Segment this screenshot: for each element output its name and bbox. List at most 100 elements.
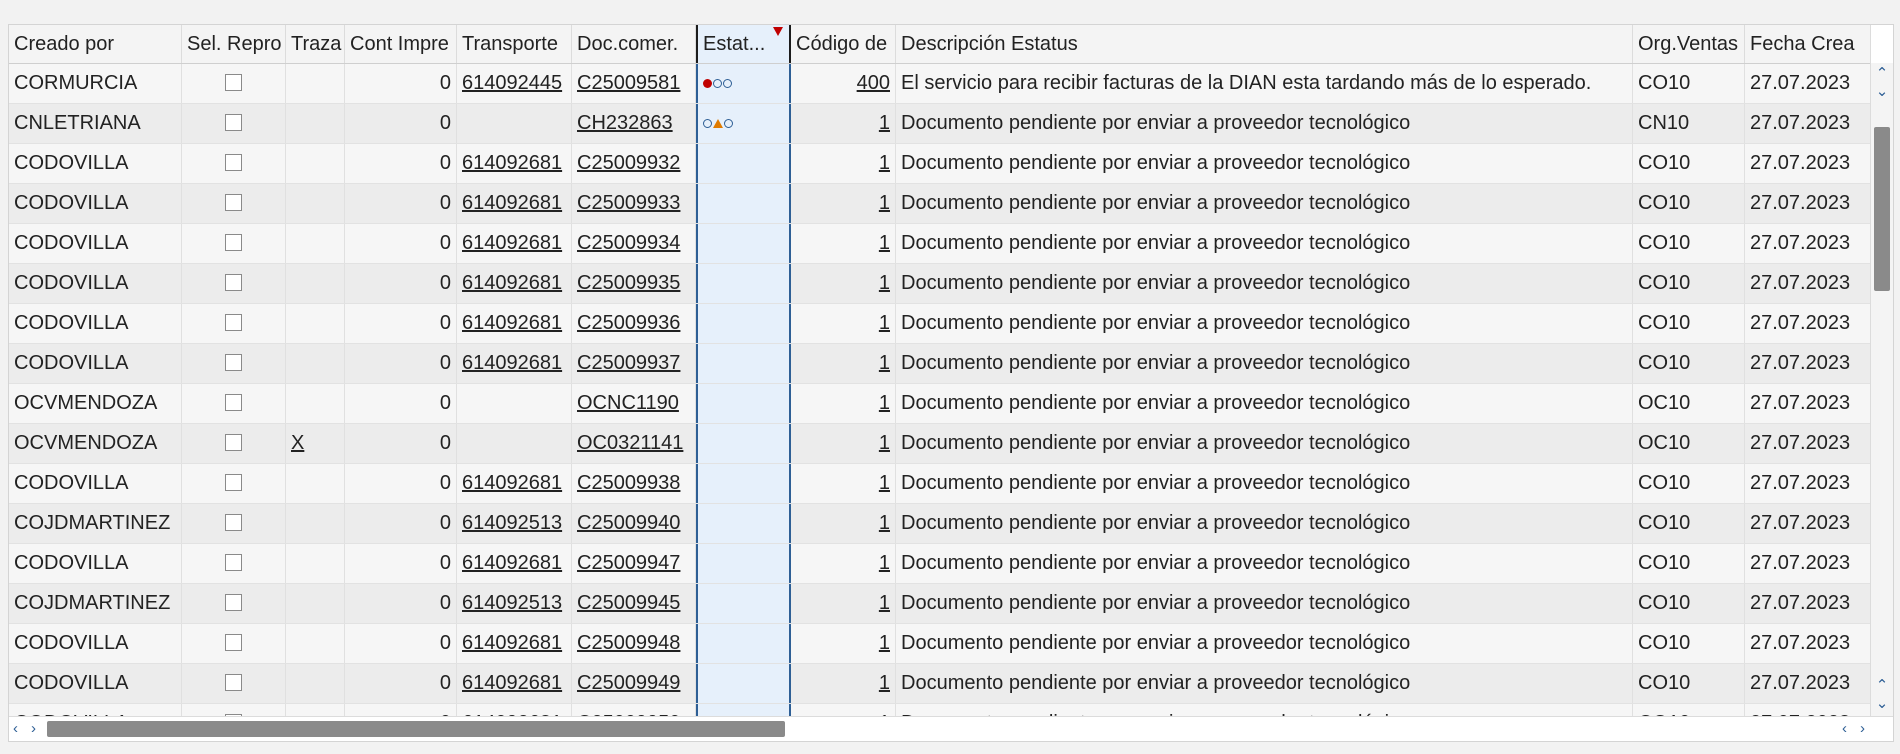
reprocess-checkbox[interactable] — [225, 633, 242, 651]
chevron-down-icon[interactable]: ⌄ — [1871, 695, 1893, 713]
column-header-estatus[interactable]: Estat... — [696, 25, 791, 63]
table-row[interactable]: CODOVILLA 0 614092681 C25009937 1 Documento p… — [9, 344, 1871, 384]
cell-traza[interactable] — [286, 184, 345, 223]
doc-comer-link[interactable]: C25009932 — [577, 152, 680, 174]
codigo-link[interactable]: 1 — [879, 272, 890, 294]
transporte-link[interactable]: 614092681 — [462, 272, 562, 294]
traza-link[interactable]: X — [291, 432, 304, 454]
codigo-link[interactable]: 1 — [879, 552, 890, 574]
doc-comer-link[interactable]: OC0321141 — [577, 432, 683, 454]
cell-codigo[interactable]: 1 — [791, 144, 896, 183]
reprocess-checkbox[interactable] — [225, 353, 242, 371]
chevron-up-icon[interactable]: ⌃ — [1871, 65, 1893, 83]
cell-transporte[interactable]: 614092445 — [457, 64, 572, 103]
cell-transporte[interactable] — [457, 384, 572, 423]
transporte-link[interactable]: 614092681 — [462, 352, 562, 374]
cell-codigo[interactable]: 1 — [791, 424, 896, 463]
chevron-right-icon[interactable]: › — [1860, 717, 1865, 741]
cell-doc-comer[interactable]: C25009581 — [572, 64, 696, 103]
doc-comer-link[interactable]: C25009935 — [577, 272, 680, 294]
table-row[interactable]: CNLETRIANA 0 CH232863 1 Documento pendiente … — [9, 104, 1871, 144]
table-row[interactable]: CODOVILLA 0 614092681 C25009934 1 Documento p… — [9, 224, 1871, 264]
cell-transporte[interactable] — [457, 424, 572, 463]
chevron-right-icon[interactable]: › — [31, 717, 36, 741]
cell-transporte[interactable]: 614092681 — [457, 304, 572, 343]
reprocess-checkbox[interactable] — [225, 433, 242, 451]
cell-traza[interactable] — [286, 224, 345, 263]
table-row[interactable]: COJDMARTINEZ 0 614092513 C25009945 1 Document… — [9, 584, 1871, 624]
doc-comer-link[interactable]: C25009947 — [577, 552, 680, 574]
cell-doc-comer[interactable]: C25009937 — [572, 344, 696, 383]
doc-comer-link[interactable]: OCNC1190 — [577, 392, 679, 414]
table-row[interactable]: OCVMENDOZA X 0 OC0321141 1 Documento pendient… — [9, 424, 1871, 464]
column-header-sel-repro[interactable]: Sel. Repro — [182, 25, 286, 63]
column-header-cont-impre[interactable]: Cont Impre — [345, 25, 457, 63]
chevron-left-icon[interactable]: ‹ — [13, 717, 18, 741]
column-header-descripcion-estatus[interactable]: Descripción Estatus — [896, 25, 1633, 63]
column-header-fecha-crea[interactable]: Fecha Crea — [1745, 25, 1871, 63]
cell-transporte[interactable]: 614092681 — [457, 224, 572, 263]
reprocess-checkbox[interactable] — [225, 153, 242, 171]
cell-traza[interactable] — [286, 624, 345, 663]
transporte-link[interactable]: 614092681 — [462, 672, 562, 694]
reprocess-checkbox[interactable] — [225, 553, 242, 571]
cell-codigo[interactable]: 1 — [791, 104, 896, 143]
column-header-traza[interactable]: Traza — [286, 25, 345, 63]
table-row[interactable]: OCVMENDOZA 0 OCNC1190 1 Documento pendiente … — [9, 384, 1871, 424]
cell-transporte[interactable]: 614092513 — [457, 504, 572, 543]
cell-transporte[interactable] — [457, 104, 572, 143]
cell-traza[interactable] — [286, 544, 345, 583]
cell-doc-comer[interactable]: C25009949 — [572, 664, 696, 703]
cell-doc-comer[interactable]: CH232863 — [572, 104, 696, 143]
cell-transporte[interactable]: 614092681 — [457, 264, 572, 303]
cell-codigo[interactable]: 1 — [791, 584, 896, 623]
cell-traza[interactable] — [286, 144, 345, 183]
cell-doc-comer[interactable]: C25009947 — [572, 544, 696, 583]
column-header-creado-por[interactable]: Creado por — [9, 25, 182, 63]
table-row[interactable]: CODOVILLA 0 614092681 C25009938 1 Documento p… — [9, 464, 1871, 504]
doc-comer-link[interactable]: C25009948 — [577, 632, 680, 654]
reprocess-checkbox[interactable] — [225, 313, 242, 331]
cell-doc-comer[interactable]: C25009936 — [572, 304, 696, 343]
reprocess-checkbox[interactable] — [225, 193, 242, 211]
horizontal-scrollbar[interactable]: ‹ › ‹ › — [9, 716, 1893, 741]
codigo-link[interactable]: 1 — [879, 432, 890, 454]
cell-doc-comer[interactable]: C25009948 — [572, 624, 696, 663]
transporte-link[interactable]: 614092681 — [462, 152, 562, 174]
cell-traza[interactable] — [286, 264, 345, 303]
cell-transporte[interactable]: 614092681 — [457, 544, 572, 583]
horizontal-scroll-thumb[interactable] — [47, 721, 785, 737]
table-row[interactable]: CORMURCIA 0 614092445 C25009581 400 El servic… — [9, 64, 1871, 104]
cell-transporte[interactable]: 614092681 — [457, 184, 572, 223]
cell-doc-comer[interactable]: OC0321141 — [572, 424, 696, 463]
transporte-link[interactable]: 614092681 — [462, 472, 562, 494]
doc-comer-link[interactable]: C25009940 — [577, 512, 680, 534]
cell-codigo[interactable]: 1 — [791, 224, 896, 263]
codigo-link[interactable]: 1 — [879, 312, 890, 334]
cell-codigo[interactable]: 1 — [791, 664, 896, 703]
column-header-doc-comer[interactable]: Doc.comer. — [572, 25, 696, 63]
cell-codigo[interactable]: 1 — [791, 464, 896, 503]
doc-comer-link[interactable]: CH232863 — [577, 112, 673, 134]
cell-codigo[interactable]: 1 — [791, 504, 896, 543]
codigo-link[interactable]: 1 — [879, 632, 890, 654]
codigo-link[interactable]: 1 — [879, 472, 890, 494]
cell-traza[interactable] — [286, 504, 345, 543]
codigo-link[interactable]: 1 — [879, 592, 890, 614]
reprocess-checkbox[interactable] — [225, 473, 242, 491]
doc-comer-link[interactable]: C25009938 — [577, 472, 680, 494]
transporte-link[interactable]: 614092513 — [462, 592, 562, 614]
transporte-link[interactable]: 614092681 — [462, 312, 562, 334]
reprocess-checkbox[interactable] — [225, 593, 242, 611]
chevron-left-icon[interactable]: ‹ — [1842, 717, 1847, 741]
cell-codigo[interactable]: 1 — [791, 384, 896, 423]
codigo-link[interactable]: 1 — [879, 392, 890, 414]
transporte-link[interactable]: 614092681 — [462, 232, 562, 254]
doc-comer-link[interactable]: C25009936 — [577, 312, 680, 334]
cell-transporte[interactable]: 614092681 — [457, 144, 572, 183]
cell-traza[interactable] — [286, 584, 345, 623]
column-header-transporte[interactable]: Transporte — [457, 25, 572, 63]
cell-traza[interactable] — [286, 464, 345, 503]
reprocess-checkbox[interactable] — [225, 513, 242, 531]
cell-traza[interactable] — [286, 304, 345, 343]
